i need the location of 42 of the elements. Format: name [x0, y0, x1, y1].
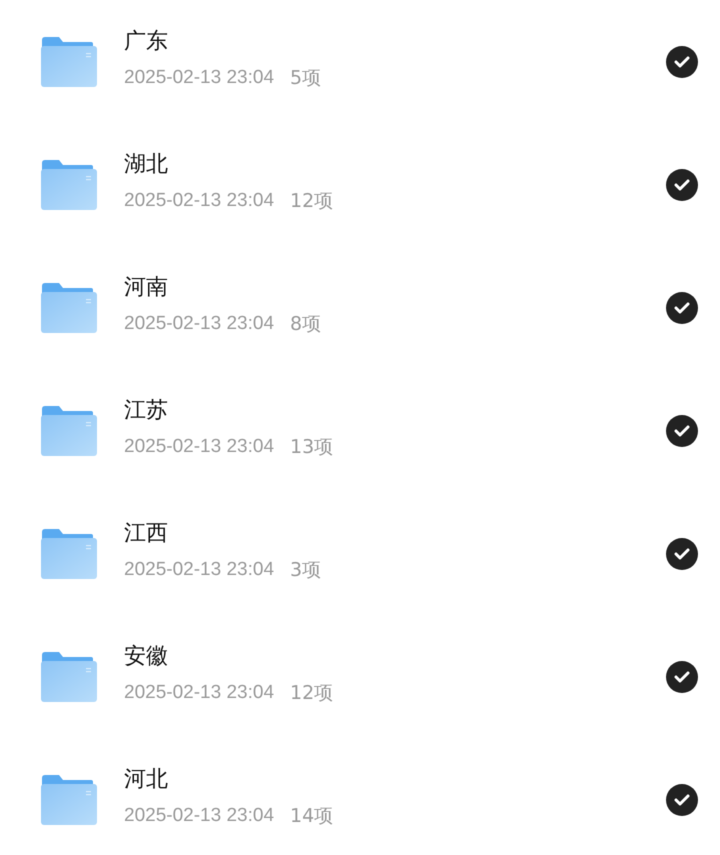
selection-checkbox[interactable]: [666, 414, 698, 446]
item-count: 8项: [290, 312, 322, 336]
folder-icon: [40, 282, 98, 334]
folder-name: 安徽: [124, 642, 169, 670]
item-count: 3项: [290, 558, 322, 582]
check-icon: [674, 178, 690, 190]
check-icon: [674, 424, 690, 436]
folder-icon: [40, 650, 98, 702]
folder-name: 河南: [124, 274, 169, 302]
folder-icon: [40, 36, 98, 88]
folder-icon: [40, 774, 98, 826]
folder-name: 广东: [124, 28, 169, 56]
folder-name: 江西: [124, 520, 169, 548]
folder-icon: [40, 158, 98, 210]
check-icon: [674, 56, 690, 68]
check-icon: [674, 548, 690, 560]
item-count: 5项: [290, 66, 322, 90]
check-icon: [674, 302, 690, 314]
selection-checkbox[interactable]: [666, 784, 698, 816]
selection-checkbox[interactable]: [666, 46, 698, 78]
item-count: 14项: [290, 804, 334, 828]
selection-checkbox[interactable]: [666, 292, 698, 324]
item-count: 13项: [290, 434, 334, 458]
check-icon: [674, 794, 690, 806]
folder-name: 河北: [124, 766, 169, 794]
modified-date: 2025-02-13 23:04: [124, 804, 274, 828]
modified-date: 2025-02-13 23:04: [124, 188, 274, 212]
selection-checkbox[interactable]: [666, 538, 698, 570]
check-icon: [674, 670, 690, 682]
item-count: 12项: [290, 680, 334, 704]
modified-date: 2025-02-13 23:04: [124, 66, 274, 90]
folder-icon: [40, 528, 98, 580]
item-count: 12项: [290, 188, 334, 212]
selection-checkbox[interactable]: [666, 168, 698, 200]
selection-checkbox[interactable]: [666, 660, 698, 692]
modified-date: 2025-02-13 23:04: [124, 558, 274, 582]
folder-icon: [40, 404, 98, 456]
modified-date: 2025-02-13 23:04: [124, 434, 274, 458]
folder-name: 湖北: [124, 150, 169, 178]
modified-date: 2025-02-13 23:04: [124, 680, 274, 704]
modified-date: 2025-02-13 23:04: [124, 312, 274, 336]
folder-name: 江苏: [124, 396, 169, 424]
